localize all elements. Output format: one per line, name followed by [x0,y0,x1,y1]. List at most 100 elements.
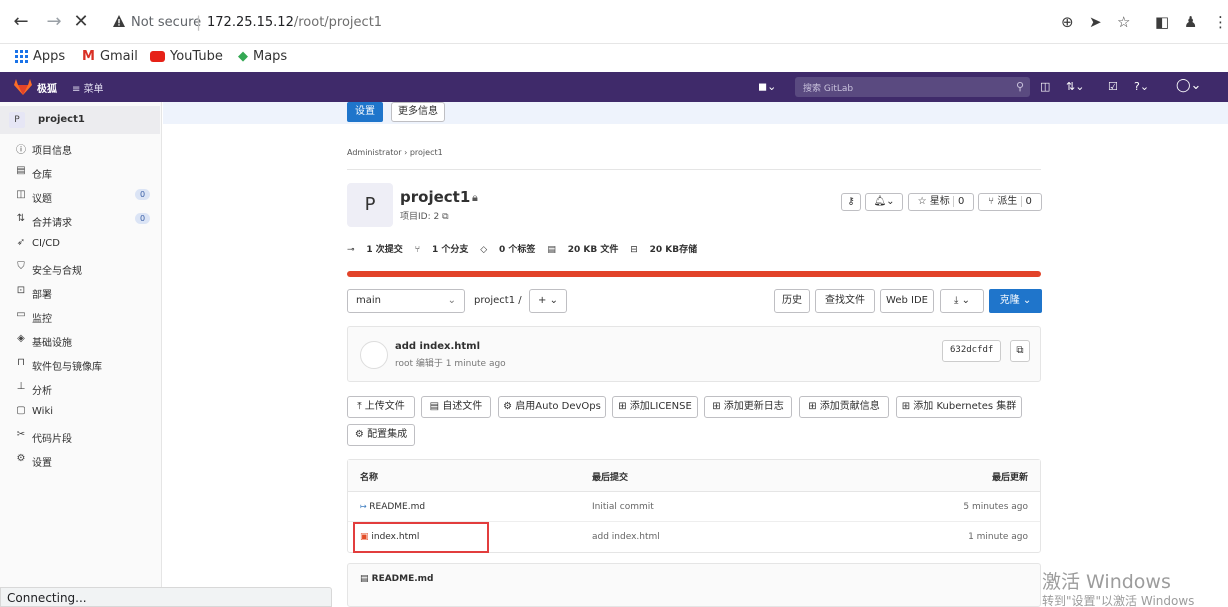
add-license-button[interactable]: ⊞ 添加LICENSE [612,396,698,418]
chevron-down-icon: ⌄ [447,295,456,306]
menu-dots-icon[interactable]: ⋮ [1213,13,1228,31]
commit-sha[interactable]: 632dcfdf [942,340,1002,362]
side-panel-icon[interactable]: ◧ [1155,13,1169,31]
avatar [360,341,388,369]
add-kubernetes-button[interactable]: ⊞ 添加 Kubernetes 集群 [896,396,1022,418]
fork-button[interactable]: ⑂ 派生 0 [978,193,1042,211]
upload-file-button[interactable]: ⤒ 上传文件 [347,396,415,418]
todos-nav-icon[interactable]: ☑ [1108,80,1118,93]
web-ide-button[interactable]: Web IDE [880,289,934,313]
bookmark-apps[interactable]: Apps [15,49,65,64]
upload-icon: ⤒ [357,401,365,412]
deploy-key-button[interactable]: ⚷ [841,193,861,211]
sidebar-item-label: 设置 [32,458,52,469]
sidebar-item-label: 项目信息 [32,146,72,157]
more-info-button[interactable]: 更多信息 [391,102,445,122]
column-last-update: 最后更新 [991,473,1028,483]
commits-stat[interactable]: ⊸ 1 次提交 [347,245,403,255]
back-icon[interactable]: ← [10,12,32,32]
sidebar-item-label: Wiki [32,406,54,417]
sidebar-item-merge-requests[interactable]: ⇅ 合并请求 0 [0,209,160,231]
add-kubernetes-label: 添加 Kubernetes 集群 [913,401,1017,412]
file-commit[interactable]: add index.html [592,532,660,542]
gitlab-brand[interactable]: 极狐 [37,80,57,95]
bookmark-maps[interactable]: ◆ Maps [238,49,287,64]
readme-button[interactable]: ▤ 自述文件 [421,396,491,418]
send-icon[interactable]: ➤ [1089,13,1102,31]
sidebar-item-label: 合并请求 [32,218,72,229]
copy-icon[interactable]: ⧉ [1010,340,1030,362]
sidebar-item-repository[interactable]: ▤ 仓库 [0,161,160,183]
breadcrumb-parent[interactable]: Administrator [347,148,402,157]
notification-button[interactable]: 🔔︎⌄ [865,193,903,211]
sidebar-item-analytics[interactable]: ⊥ 分析 [0,377,160,399]
breadcrumb: Administrator › project1 [347,148,443,157]
clone-button[interactable]: 克隆 ⌄ [989,289,1042,313]
sidebar-item-infrastructure[interactable]: ◈ 基础设施 [0,329,160,351]
breadcrumb-current[interactable]: project1 [410,148,443,157]
download-button[interactable]: ⤓ ⌄ [940,289,984,313]
commits-count: 1 次提交 [366,245,403,255]
file-commit[interactable]: Initial commit [592,502,654,512]
add-contributing-button[interactable]: ⊞ 添加贡献信息 [799,396,889,418]
table-row[interactable]: ↦ README.md Initial commit 5 minutes ago [348,492,1040,522]
add-dropdown-button[interactable]: + ⌄ [529,289,567,313]
sidebar-item-snippets[interactable]: ✂ 代码片段 [0,425,160,447]
sidebar-project-header[interactable]: P project1 [0,106,160,134]
stop-loading-icon[interactable]: ✕ [70,12,92,32]
configure-integrations-button[interactable]: ⚙ 配置集成 [347,424,415,446]
zoom-icon[interactable]: ⊕ [1061,13,1074,31]
sidebar-item-security[interactable]: ⛉ 安全与合规 [0,257,160,279]
gitlab-search-input[interactable]: 搜索 GitLab ⚲ [795,77,1030,97]
settings-icon: ⚙ [16,453,26,464]
copy-id-icon[interactable]: ⧉ [442,212,448,222]
history-button[interactable]: 历史 [774,289,810,313]
sidebar-item-cicd[interactable]: ➶ CI/CD [0,233,160,255]
sidebar-item-label: 软件包与镜像库 [32,362,102,373]
find-file-button[interactable]: 查找文件 [815,289,875,313]
breadcrumb-separator: › [404,148,408,157]
url-separator: | [196,13,202,31]
gitlab-logo-icon[interactable] [14,79,32,95]
sidebar-item-label: 仓库 [32,170,52,181]
help-nav-icon[interactable]: ?⌄ [1134,80,1149,93]
sidebar-item-settings[interactable]: ⚙ 设置 [0,449,160,471]
star-button[interactable]: ☆ 星标 0 [908,193,974,211]
readme-title[interactable]: ▤ README.md [360,574,434,584]
shield-icon: ⛉ [17,261,25,272]
branches-stat[interactable]: ⑂ 1 个分支 [415,245,469,255]
issues-nav-icon[interactable]: ◫ [1040,80,1050,93]
sidebar-item-deployments[interactable]: ⊡ 部署 [0,281,160,303]
forward-icon[interactable]: → [43,12,65,32]
star-icon[interactable]: ☆ [1117,13,1130,31]
files-stat[interactable]: ▤ 20 KB 文件 [547,245,618,255]
sidebar-item-monitor[interactable]: ▭ 监控 [0,305,160,327]
sidebar-item-packages[interactable]: ⊓ 软件包与镜像库 [0,353,160,375]
branch-select[interactable]: main ⌄ [347,289,465,313]
repo-path-name[interactable]: project1 [474,295,515,306]
user-avatar-icon[interactable]: ◯⌄ [1176,78,1201,93]
storage-stat[interactable]: ⊟ 20 KB存储 [630,245,697,255]
bookmark-youtube[interactable]: YouTube [150,49,223,64]
auto-devops-button[interactable]: ⚙ 启用Auto DevOps [498,396,606,418]
sidebar-item-project-info[interactable]: ⓘ 项目信息 [0,137,160,159]
bookmark-gmail[interactable]: M Gmail [82,49,138,64]
page-title: project1 [400,188,471,206]
sidebar-item-wiki[interactable]: ▢ Wiki [0,401,160,423]
commit-title[interactable]: add index.html [395,341,480,352]
bookmark-label: Apps [33,49,66,64]
project-avatar: P [347,183,393,227]
new-dropdown-icon[interactable]: ◼⌄ [758,80,776,93]
settings-tab-button[interactable]: 设置 [347,102,383,122]
security-label[interactable]: Not secure [131,15,201,30]
tags-stat[interactable]: ◇ 0 个标签 [480,245,535,255]
repository-icon: ▤ [16,165,26,176]
file-name[interactable]: ↦ README.md [360,502,425,512]
merge-requests-nav-icon[interactable]: ⇅⌄ [1066,80,1084,93]
sidebar-item-issues[interactable]: ◫ 议题 0 [0,185,160,207]
add-changelog-button[interactable]: ⊞ 添加更新日志 [704,396,792,418]
url-text[interactable]: 172.25.15.12/root/project1 [207,15,382,30]
menu-button[interactable]: ≡ 菜单 [72,80,104,95]
profile-icon[interactable]: ♟ [1184,13,1197,31]
url-path: /root/project1 [293,15,383,30]
